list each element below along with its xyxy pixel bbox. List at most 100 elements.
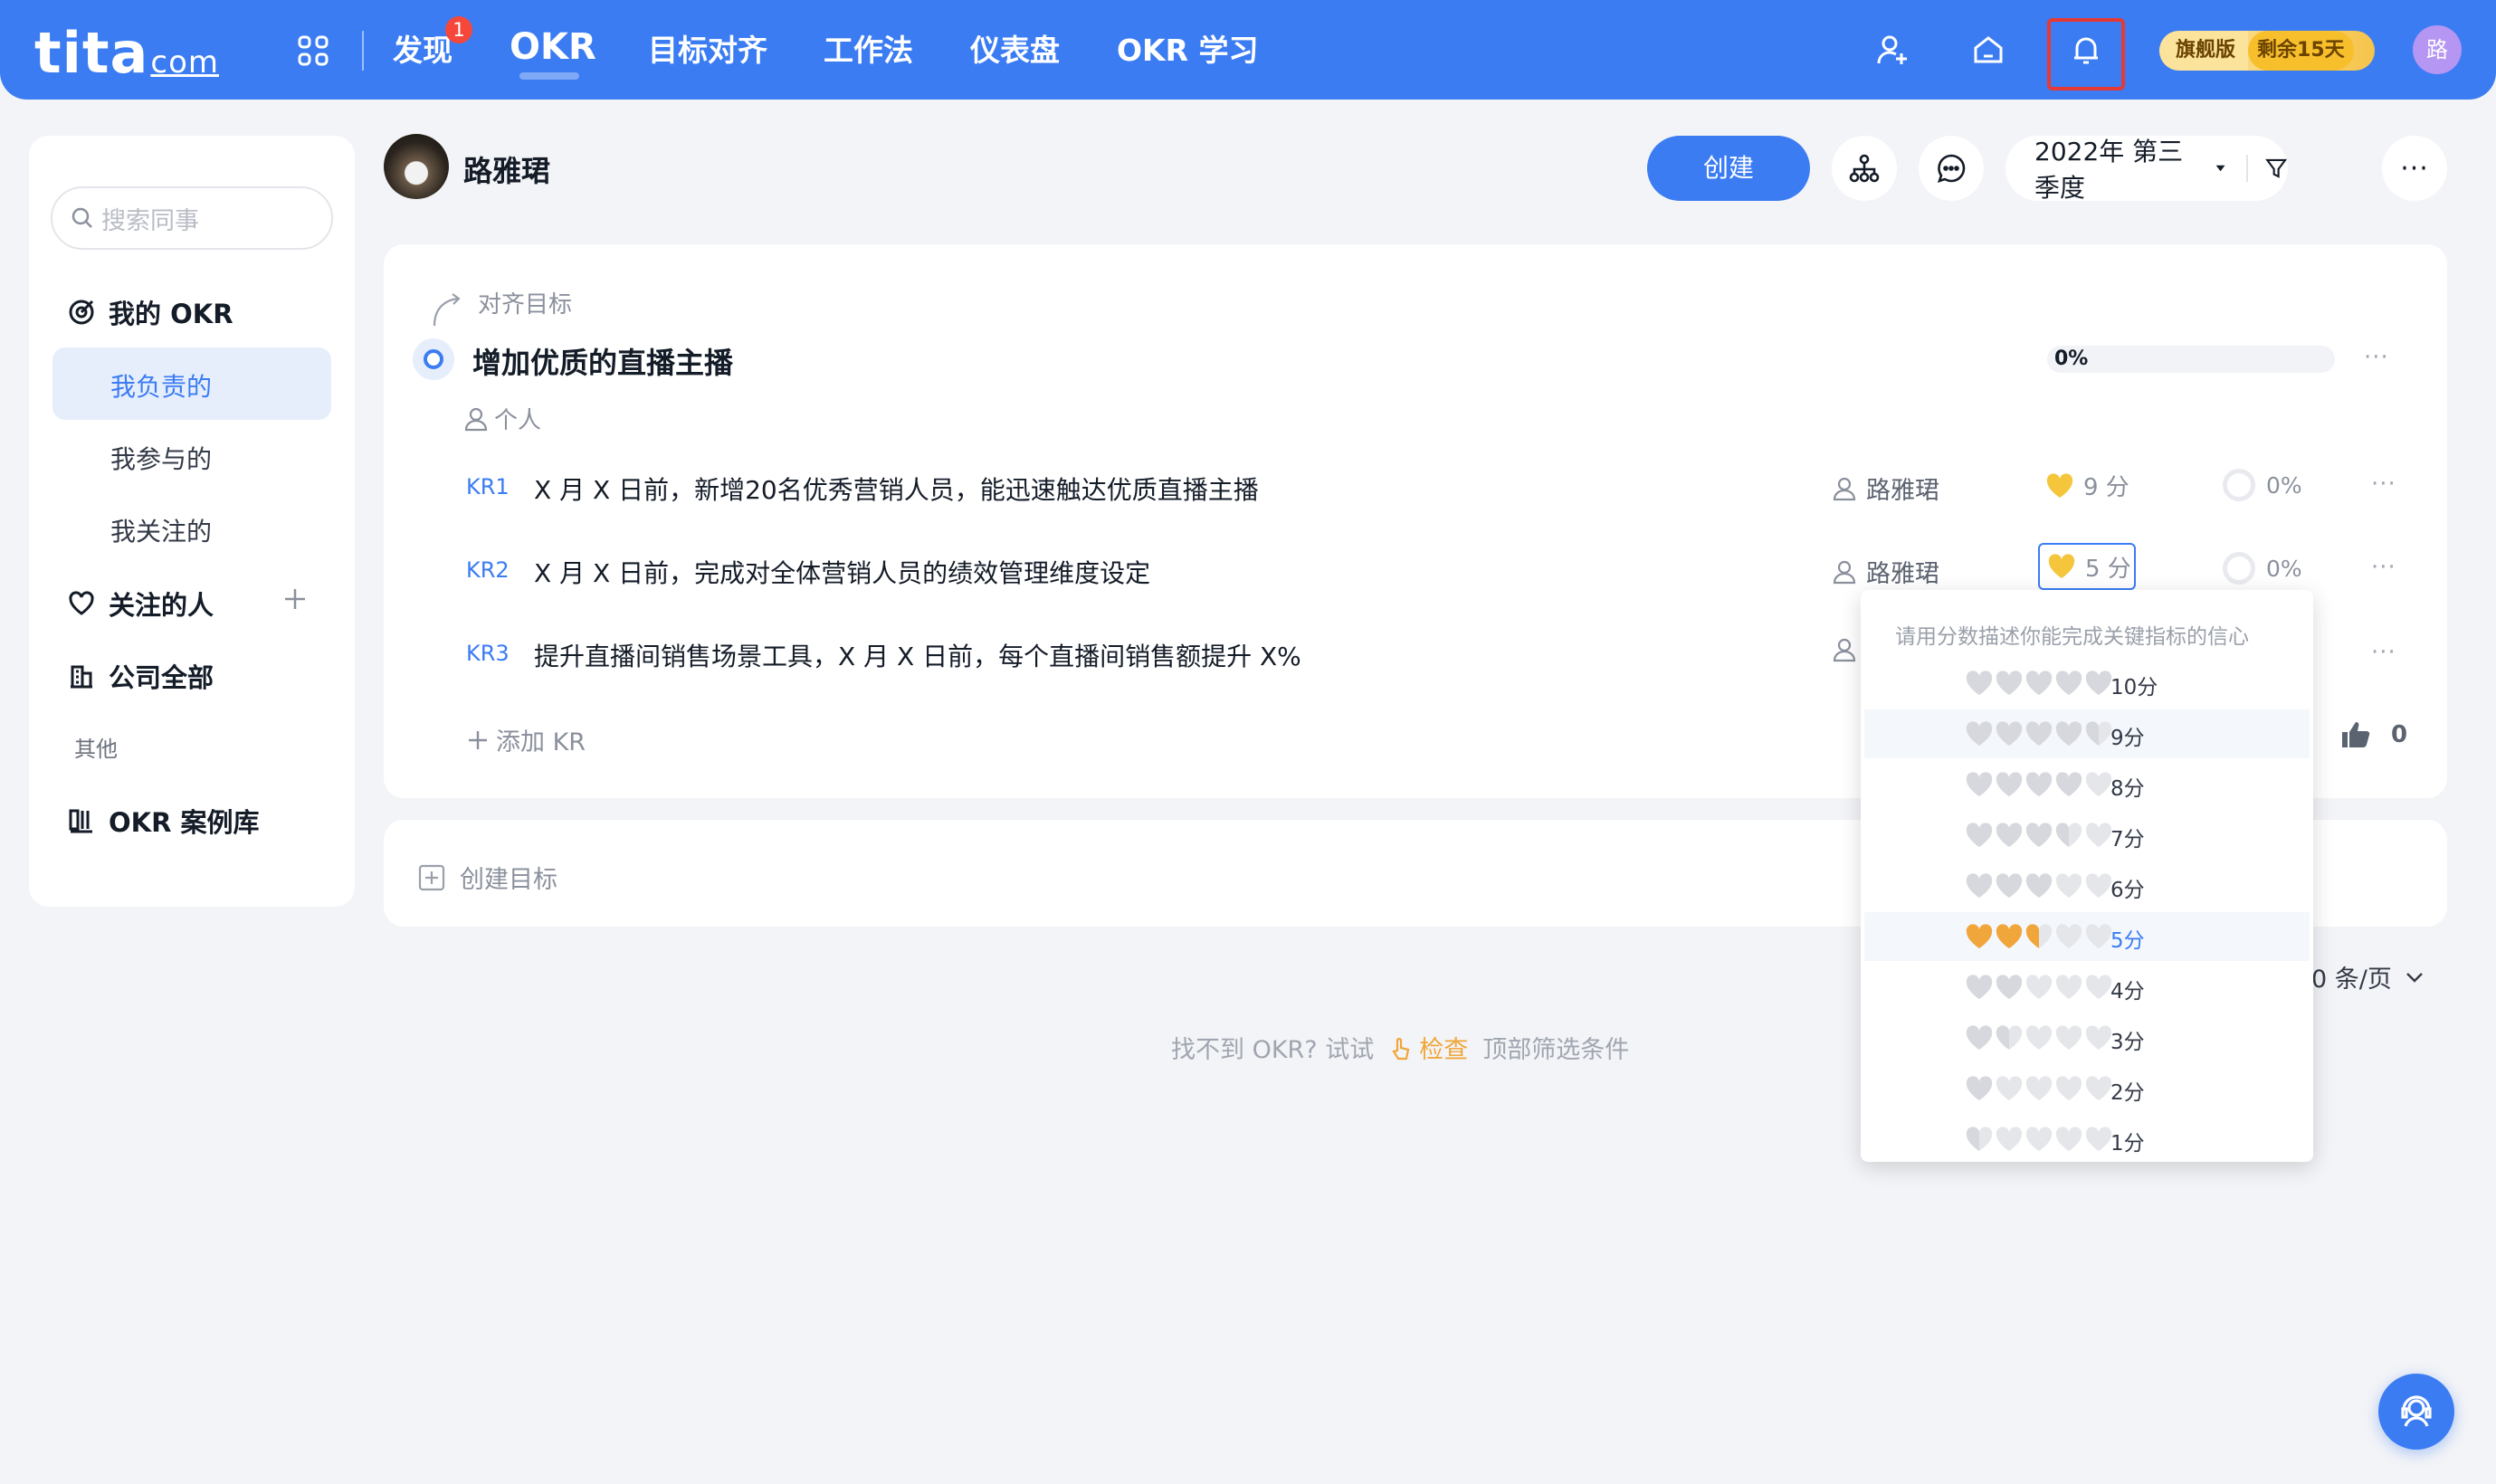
target-icon [67, 298, 96, 327]
heart-icon [2025, 823, 2053, 847]
sidebar-company-label: 公司全部 [109, 662, 214, 693]
org-chart-icon [1849, 154, 1880, 183]
sidebar-okr-cases[interactable]: OKR 案例库 [67, 802, 260, 840]
heart-icon [2055, 1076, 2082, 1100]
confidence-hearts [1966, 1076, 2115, 1101]
create-objective-button[interactable]: 创建目标 [418, 860, 557, 895]
confidence-hearts [1966, 924, 2115, 949]
more-options-button[interactable]: ··· [2382, 136, 2447, 201]
objective-more-icon[interactable]: ··· [2364, 344, 2389, 371]
nav-okr[interactable]: OKR [510, 27, 596, 67]
nav-work-method[interactable]: 工作法 [824, 31, 913, 71]
sidebar-my-okr[interactable]: 我的 OKR [67, 293, 233, 331]
bell-icon[interactable] [2063, 27, 2109, 72]
user-photo-avatar[interactable] [384, 134, 449, 199]
sidebar-followed-people[interactable]: 关注的人 [67, 585, 214, 623]
kr2-confidence-active[interactable]: 5 分 [2038, 543, 2136, 590]
heart-icon [2085, 975, 2112, 999]
kr1-progress[interactable]: 0% [2223, 469, 2302, 501]
home-icon[interactable] [1966, 27, 2011, 72]
search-input[interactable]: 搜索同事 [51, 186, 333, 250]
period-label: 2022年 第三季度 [2034, 137, 2184, 203]
confidence-hearts [1966, 671, 2115, 696]
heart-icon [1996, 823, 2023, 847]
app-grid-icon[interactable] [297, 34, 329, 67]
heart-icon [2055, 1025, 2082, 1050]
kr1-more-icon[interactable]: ··· [2371, 471, 2396, 498]
heart-icon [2025, 1076, 2053, 1100]
heart-icon [1996, 721, 2023, 746]
sidebar-item-following[interactable]: 我关注的 [110, 512, 212, 548]
heart-icon [1966, 975, 1993, 999]
confidence-option-label: 3分 [2110, 1031, 2145, 1054]
heart-icon [2085, 772, 2112, 796]
create-button[interactable]: 创建 [1647, 136, 1810, 201]
confidence-option-label: 6分 [2110, 879, 2145, 902]
align-objective-link[interactable]: 对齐目标 [478, 286, 572, 319]
check-filter-link[interactable]: 检查 [1419, 1030, 1468, 1065]
kr2-owner[interactable]: 路雅珺 [1832, 554, 1939, 589]
tita-logo[interactable]: titacom [34, 20, 219, 86]
heart-icon [2025, 1025, 2053, 1050]
nav-goal-alignment[interactable]: 目标对齐 [648, 31, 767, 71]
add-user-icon[interactable] [1870, 27, 1915, 72]
nav-okr-learning[interactable]: OKR 学习 [1117, 31, 1259, 71]
nav-dashboard[interactable]: 仪表盘 [970, 31, 1060, 71]
sidebar-followed-label: 关注的人 [109, 590, 214, 621]
objective-progress-bar [2047, 346, 2335, 373]
heart-icon [1996, 975, 2023, 999]
heart-icon [1966, 772, 1993, 796]
objective-type: 个人 [463, 402, 541, 435]
heart-icon [2085, 721, 2112, 746]
user-avatar[interactable]: 路 [2413, 25, 2462, 74]
kr1-confidence[interactable]: 9 分 [2045, 469, 2129, 502]
sidebar-okr-cases-label: OKR 案例库 [109, 807, 260, 838]
heart-icon [1966, 1025, 1993, 1050]
sidebar-company-all[interactable]: 公司全部 [67, 657, 214, 695]
heart-icon [1966, 924, 1993, 948]
heart-icon [2055, 721, 2082, 746]
progress-ring [2223, 552, 2255, 585]
kr2-more-icon[interactable]: ··· [2371, 554, 2396, 581]
kr3-tag: KR3 [466, 641, 510, 666]
page-size-selector[interactable]: 0 条/页 [2311, 959, 2425, 994]
org-chart-button[interactable] [1832, 136, 1897, 201]
align-arrow-icon [431, 291, 463, 328]
heart-icon [1996, 1025, 2023, 1050]
confidence-hearts [1966, 873, 2115, 899]
comment-button[interactable] [1919, 136, 1984, 201]
add-kr-button[interactable]: 添加 KR [467, 722, 586, 757]
support-button[interactable] [2378, 1374, 2454, 1450]
heart-icon [1996, 772, 2023, 796]
period-selector[interactable]: 2022年 第三季度 [2005, 136, 2288, 203]
confidence-option-label: 2分 [2110, 1081, 2145, 1105]
period-divider [2246, 155, 2248, 182]
like-button[interactable]: 0 [2340, 720, 2407, 749]
person-icon [1833, 560, 1856, 584]
plan-badge[interactable]: 旗舰版 剩余15天 [2159, 31, 2375, 71]
kr3-more-icon[interactable]: ··· [2371, 639, 2396, 666]
thumbs-up-icon [2342, 722, 2370, 747]
heart-icon [1966, 1127, 1993, 1151]
heart-icon [2055, 975, 2082, 999]
filter-icon[interactable] [2264, 154, 2288, 183]
kr2-progress[interactable]: 0% [2223, 552, 2302, 585]
kr3-owner-icon[interactable] [1832, 637, 1857, 666]
confidence-dropdown-title: 请用分数描述你能完成关键指标的信心 [1895, 625, 2249, 649]
kr1-text[interactable]: X 月 X 日前，新增20名优秀营销人员，能迅速触达优质直播主播 [534, 471, 1259, 507]
confidence-option-label: 9分 [2110, 727, 2145, 750]
sidebar-item-responsible[interactable]: 我负责的 [110, 367, 212, 404]
heart-icon [2025, 721, 2053, 746]
kr3-text[interactable]: 提升直播间销售场景工具，X 月 X 日前，每个直播间销售额提升 X% [534, 637, 1301, 673]
sidebar-item-participating[interactable]: 我参与的 [110, 440, 212, 476]
heart-icon [2025, 873, 2053, 898]
kr2-text[interactable]: X 月 X 日前，完成对全体营销人员的绩效管理维度设定 [534, 554, 1150, 590]
heart-icon [1996, 924, 2023, 948]
add-followed-icon[interactable] [281, 585, 310, 614]
sidebar-other-section: 其他 [74, 737, 118, 762]
heart-icon [1996, 873, 2023, 898]
kr1-owner[interactable]: 路雅珺 [1832, 471, 1939, 506]
nav-discover[interactable]: 发现 [393, 31, 453, 71]
heart-icon [1966, 823, 1993, 847]
objective-title[interactable]: 增加优质的直播主播 [472, 340, 733, 382]
